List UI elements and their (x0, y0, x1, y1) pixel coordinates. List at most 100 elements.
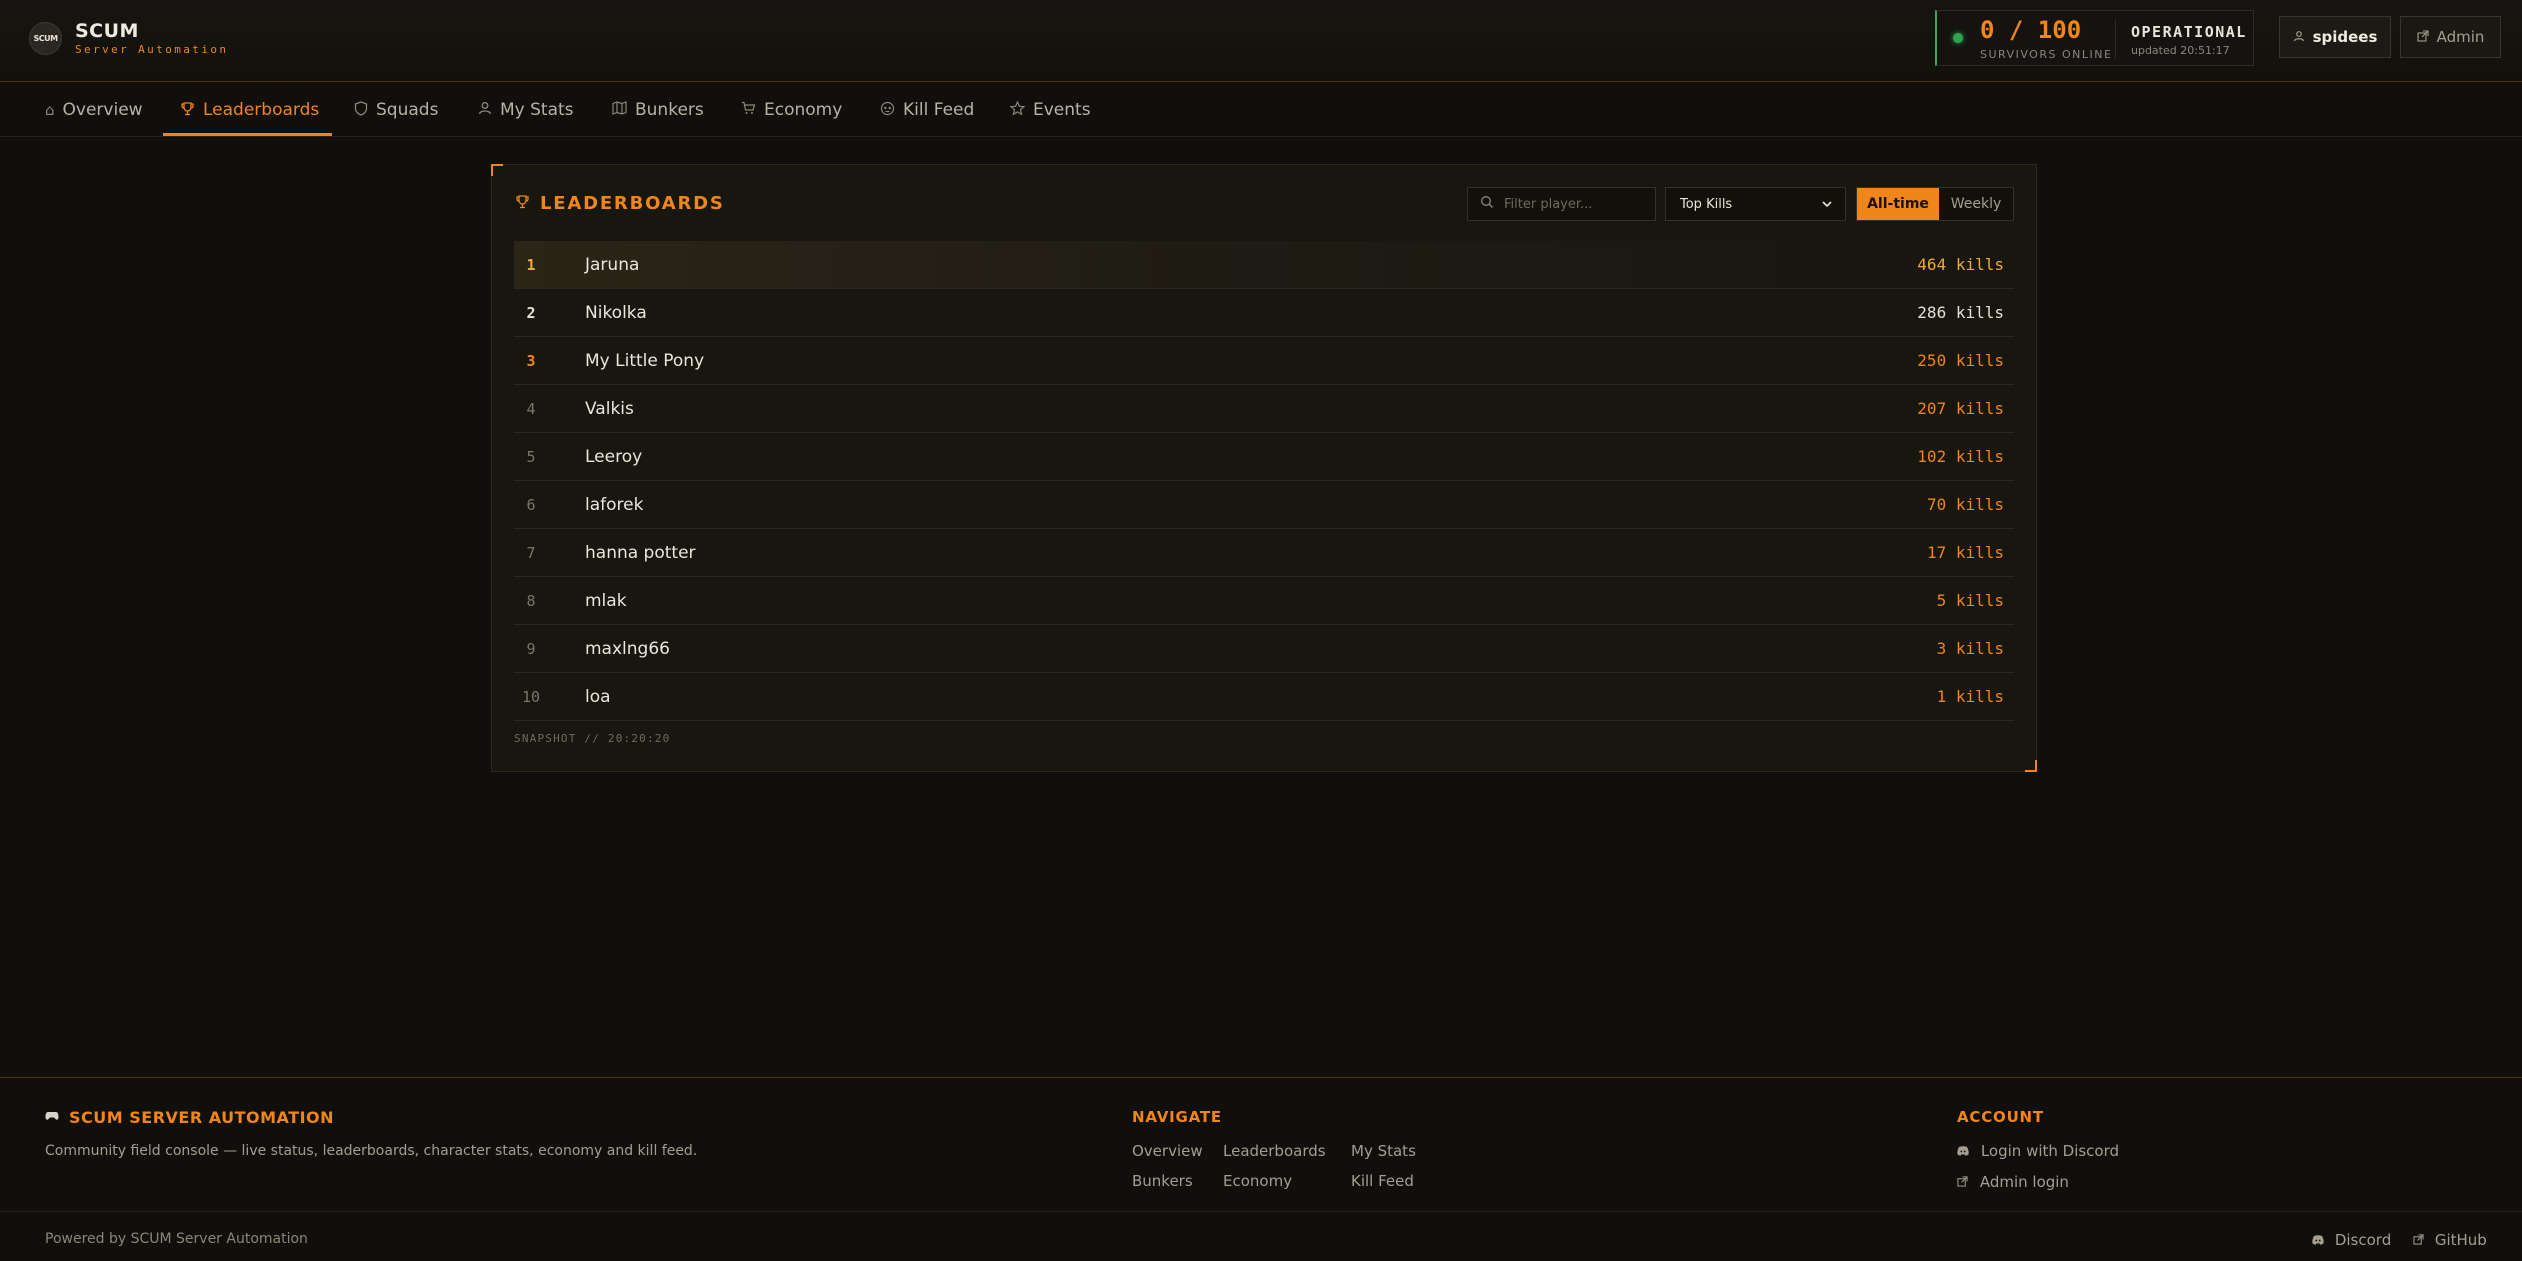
leaderboard-row[interactable]: 6 laforek 70 kills (514, 481, 2014, 529)
rank: 5 (526, 447, 536, 466)
chevron-down-icon (1822, 198, 1832, 211)
rank: 9 (526, 639, 536, 658)
footer-github-link[interactable]: GitHub (2413, 1231, 2487, 1249)
tab-label: Bunkers (635, 100, 704, 120)
leaderboard-row[interactable]: 10 loa 1 kills (514, 673, 2014, 721)
rank: 3 (526, 351, 536, 370)
server-state: OPERATIONAL (2131, 23, 2247, 41)
footer-login-discord-label: Login with Discord (1980, 1142, 2120, 1160)
tab-kill-feed[interactable]: Kill Feed (880, 83, 974, 137)
leaderboard-panel: LEADERBOARDS Top Kills All-time Weekly 1… (491, 164, 2037, 772)
footer-link-overview[interactable]: Overview (1132, 1142, 1203, 1160)
rank: 2 (526, 303, 536, 322)
tab-overview[interactable]: ⌂ Overview (45, 83, 143, 137)
player-name: maxlng66 (585, 638, 670, 659)
main-nav: ⌂ Overview Leaderboards Squads My Stats B… (0, 83, 2522, 137)
footer-link-bunkers[interactable]: Bunkers (1132, 1172, 1193, 1190)
footer-login-discord[interactable]: Login with Discord (1957, 1142, 2119, 1160)
tab-label: Overview (62, 100, 143, 120)
cart-icon (741, 101, 756, 119)
player-name: Jaruna (585, 254, 640, 275)
discord-icon (2312, 1234, 2328, 1248)
rank: 10 (521, 687, 541, 706)
footer-link-economy[interactable]: Economy (1223, 1172, 1292, 1190)
tab-squads[interactable]: Squads (354, 83, 438, 137)
active-tab-indicator (163, 133, 332, 136)
player-name: Valkis (585, 398, 634, 419)
top-header: SCUM SCUM Server Automation 0 / 100 SURV… (0, 0, 2522, 82)
panel-title: LEADERBOARDS (515, 193, 725, 214)
tab-my-stats[interactable]: My Stats (478, 83, 574, 137)
kill-count: 102 kills (1917, 447, 2004, 466)
footer-brand-text: SCUM SERVER AUTOMATION (69, 1108, 335, 1127)
tab-events[interactable]: Events (1009, 83, 1091, 137)
footer-admin-login-label: Admin login (1979, 1173, 2069, 1191)
discord-icon (1957, 1145, 1973, 1159)
online-label: SURVIVORS ONLINE (1980, 48, 2113, 61)
skull-icon (880, 101, 895, 120)
kill-count: 3 kills (1936, 639, 2004, 658)
tab-label: Economy (764, 100, 843, 120)
online-count: 0 / 100 (1980, 16, 2082, 44)
external-link-icon (2417, 29, 2429, 45)
player-filter-input[interactable] (1504, 196, 1644, 212)
admin-label: Admin (2436, 28, 2485, 46)
leaderboard-row[interactable]: 5 Leeroy 102 kills (514, 433, 2014, 481)
panel-corner (491, 164, 503, 176)
leaderboard-row[interactable]: 9 maxlng66 3 kills (514, 625, 2014, 673)
leaderboard-row[interactable]: 4 Valkis 207 kills (514, 385, 2014, 433)
external-link-icon (2413, 1234, 2428, 1248)
player-name: My Little Pony (585, 350, 705, 371)
map-icon (612, 101, 627, 119)
footer-account-heading: ACCOUNT (1957, 1108, 2044, 1126)
leaderboard-row[interactable]: 2 Nikolka 286 kills (514, 289, 2014, 337)
footer-brand: SCUM SERVER AUTOMATION (45, 1108, 334, 1127)
leaderboard-row[interactable]: 1 Jaruna 464 kills (514, 241, 2014, 289)
rank: 6 (526, 495, 536, 514)
leaderboard-row[interactable]: 8 mlak 5 kills (514, 577, 2014, 625)
search-icon (1480, 195, 1494, 213)
footer-github-label: GitHub (2434, 1231, 2487, 1249)
rank: 8 (526, 591, 536, 610)
rank: 7 (526, 543, 536, 562)
period-toggle: All-time Weekly (1856, 187, 2014, 221)
user-icon (478, 101, 492, 119)
status-divider (2115, 19, 2116, 59)
metric-select[interactable]: Top Kills (1665, 187, 1846, 221)
tab-leaderboards[interactable]: Leaderboards (180, 83, 319, 137)
tab-label: Events (1033, 100, 1091, 120)
footer-link-leaderboards[interactable]: Leaderboards (1223, 1142, 1326, 1160)
kill-count: 1 kills (1936, 687, 2004, 706)
kill-count: 286 kills (1917, 303, 2004, 322)
footer-discord-link[interactable]: Discord (2312, 1231, 2391, 1249)
tab-label: Kill Feed (903, 100, 975, 120)
kill-count: 464 kills (1917, 255, 2004, 274)
user-name: spidees (2312, 28, 2378, 46)
footer-link-kill-feed[interactable]: Kill Feed (1351, 1172, 1414, 1190)
brand-subtitle: Server Automation (75, 43, 229, 56)
user-account-button[interactable]: spidees (2279, 16, 2391, 58)
player-name: Leeroy (585, 446, 643, 467)
admin-button[interactable]: Admin (2400, 16, 2501, 58)
player-name: hanna potter (585, 542, 696, 563)
rank: 1 (526, 255, 536, 274)
footer-description: Community field console — live status, l… (45, 1143, 698, 1159)
period-all-time-button[interactable]: All-time (1857, 188, 1939, 220)
tab-bunkers[interactable]: Bunkers (612, 83, 704, 137)
leaderboard-row[interactable]: 7 hanna potter 17 kills (514, 529, 2014, 577)
footer-admin-login[interactable]: Admin login (1957, 1173, 2069, 1191)
page-footer: SCUM SERVER AUTOMATION Community field c… (0, 1077, 2522, 1261)
brand[interactable]: SCUM SCUM Server Automation (29, 20, 228, 56)
period-weekly-button[interactable]: Weekly (1939, 188, 2013, 220)
panel-corner (2025, 760, 2037, 772)
player-name: laforek (585, 494, 644, 515)
leaderboard-row[interactable]: 3 My Little Pony 250 kills (514, 337, 2014, 385)
player-filter[interactable] (1467, 187, 1656, 221)
panel-title-text: LEADERBOARDS (540, 193, 725, 214)
footer-link-my-stats[interactable]: My Stats (1351, 1142, 1416, 1160)
star-icon (1009, 100, 1026, 120)
brand-title: SCUM (75, 20, 139, 42)
status-updated-time: updated 20:51:17 (2131, 44, 2230, 57)
tab-economy[interactable]: Economy (741, 83, 842, 137)
trophy-icon (515, 194, 530, 213)
